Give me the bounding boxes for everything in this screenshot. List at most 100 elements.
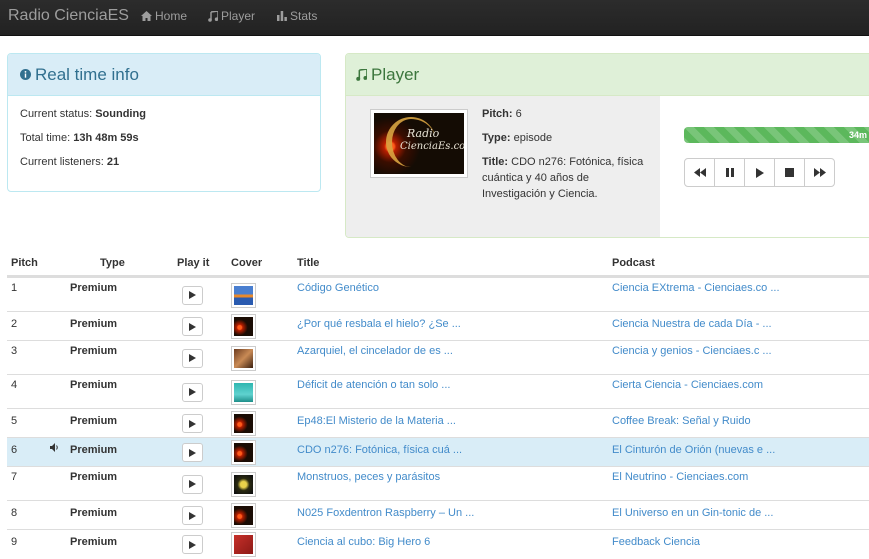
row-pitch: 6 [11,444,18,456]
row-play-button[interactable] [182,506,203,525]
row-type: Premium [70,507,118,519]
row-play-button[interactable] [182,535,203,554]
forward-button[interactable] [804,158,835,187]
type-meta-value: episode [513,132,553,144]
table-row: 2 Premium ¿Por qué resbala el hielo? ¿Se .… [7,311,869,340]
realtime-info-panel: Real time info Current status: Sounding … [7,53,321,192]
row-play-button[interactable] [182,348,203,368]
cover-image [234,285,253,305]
row-podcast-link[interactable]: El Cinturón de Orión (nuevas e ... [612,444,775,456]
music-note-icon [356,68,367,81]
row-cover-thumbnail [231,345,256,371]
cover-image [234,443,253,462]
play-button[interactable] [744,158,775,187]
row-play-button[interactable] [182,285,203,305]
now-playing-cover: Radio CienciaEs.com [370,109,468,178]
info-circle-icon [20,69,31,80]
col-play: Play it [177,257,210,269]
pitch-meta-value: 6 [515,108,522,120]
row-podcast-link[interactable]: El Neutrino - Cienciaes.com [612,471,748,483]
now-playing-well: Radio CienciaEs.com Pitch: 6 Type: episo… [346,96,660,237]
row-title-link[interactable]: Azarquiel, el cincelador de es ... [297,345,453,357]
row-cover-thumbnail [231,379,256,405]
row-type: Premium [70,471,118,483]
stop-button[interactable] [774,158,805,187]
title-meta-label: Title: [482,156,509,168]
pitch-meta-label: Pitch: [482,108,513,120]
title-meta: Title: CDO n276: Fotónica, física cuánti… [482,154,652,202]
brand-link[interactable]: Radio CienciaES [8,7,129,25]
table-row: 1 Premium Código Genético Ciencia EXtrema -… [7,277,869,311]
col-pitch: Pitch [11,257,38,269]
player-heading: Player [346,54,869,96]
row-cover-thumbnail [231,471,256,497]
nav-home-label: Home [155,9,188,23]
table-row: 3 Premium Azarquiel, el cincelador de es .… [7,340,869,374]
row-title-link[interactable]: Monstruos, peces y parásitos [297,471,440,483]
nav-player[interactable]: Player [208,9,255,23]
row-cover-thumbnail [231,411,256,436]
nav-home[interactable]: Home [141,9,187,23]
nav-player-label: Player [221,9,256,23]
pause-button[interactable] [714,158,745,187]
table-header: Pitch Type Play it Cover Title Podcast [7,252,869,277]
row-type: Premium [70,318,118,330]
col-title: Title [297,257,320,269]
row-podcast-link[interactable]: Ciencia Nuestra de cada Día - ... [612,318,772,330]
row-play-button[interactable] [182,443,203,462]
play-icon [189,540,196,549]
playback-progress-bar: 34m [684,127,869,143]
backward-icon [693,168,706,177]
home-icon [141,11,152,21]
row-type: Premium [70,379,118,391]
row-podcast-link[interactable]: Feedback Ciencia [612,536,700,548]
row-type: Premium [70,444,118,456]
row-title-link[interactable]: Ciencia al cubo: Big Hero 6 [297,536,430,548]
row-cover-thumbnail [231,314,256,339]
row-title-link[interactable]: CDO n276: Fotónica, física cuá ... [297,444,462,456]
realtime-info-title: Real time info [35,64,139,84]
row-podcast-link[interactable]: Ciencia y genios - Cienciaes.c ... [612,345,772,357]
row-cover-thumbnail [231,503,256,528]
cover-image [234,382,253,402]
music-note-icon [208,10,218,22]
listeners-row: Current listeners: 21 [20,156,119,168]
row-cover-thumbnail [231,532,256,557]
pitch-meta: Pitch: 6 [482,106,522,122]
row-podcast-link[interactable]: Ciencia EXtrema - Cienciaes.co ... [612,282,780,294]
row-type: Premium [70,282,118,294]
row-title-link[interactable]: N025 Foxdentron Raspberry – Un ... [297,507,474,519]
stop-icon [785,168,794,177]
playback-progress[interactable]: 34m [684,127,869,143]
type-meta: Type: episode [482,130,552,146]
row-type: Premium [70,415,118,427]
row-title-link[interactable]: ¿Por qué resbala el hielo? ¿Se ... [297,318,461,330]
row-podcast-link[interactable]: Coffee Break: Señal y Ruido [612,415,751,427]
row-play-button[interactable] [182,317,203,336]
rewind-button[interactable] [684,158,715,187]
total-time-value: 13h 48m 59s [73,132,139,144]
table-row: 8 Premium N025 Foxdentron Raspberry – Un .… [7,500,869,529]
bar-chart-icon [277,11,287,21]
row-title-link[interactable]: Déficit de atención o tan solo ... [297,379,450,391]
row-play-button[interactable] [182,382,203,402]
nav-stats[interactable]: Stats [277,9,317,23]
row-title-link[interactable]: Ep48:El Misterio de la Materia ... [297,415,456,427]
play-icon [189,291,196,299]
row-podcast-link[interactable]: Cierta Ciencia - Cienciaes.com [612,379,763,391]
cover-image [234,535,253,554]
row-pitch: 7 [11,471,18,483]
row-type: Premium [70,536,118,548]
row-podcast-link[interactable]: El Universo en un Gin-tonic de ... [612,507,773,519]
row-pitch: 3 [11,345,18,357]
row-title-link[interactable]: Código Genético [297,282,379,294]
col-cover: Cover [231,257,263,269]
type-meta-label: Type: [482,132,511,144]
row-cover-thumbnail [231,282,256,308]
total-time-label: Total time: [20,132,71,144]
row-play-button[interactable] [182,474,203,494]
col-type: Type [100,257,125,269]
table-row: 5 Premium Ep48:El Misterio de la Materia .… [7,408,869,437]
row-play-button[interactable] [182,414,203,433]
play-icon [755,167,764,178]
